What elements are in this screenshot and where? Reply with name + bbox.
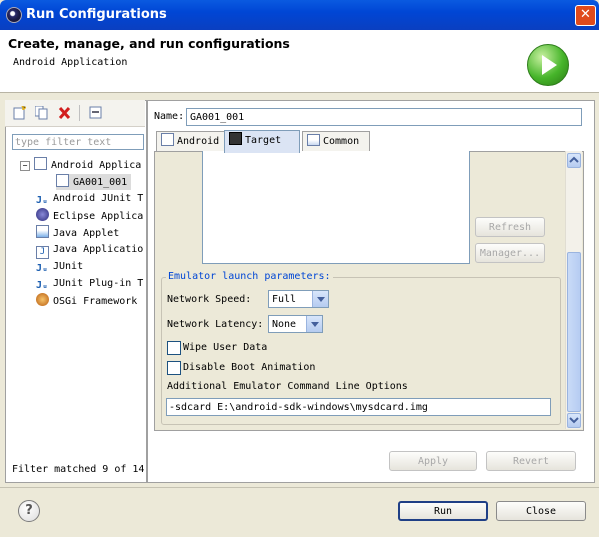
java-app-icon: J [36,246,49,259]
window-title: Run Configurations [26,7,167,22]
tree-item-junit-plugin[interactable]: Jᵤ JUnit Plug-in T [36,276,143,292]
delete-config-icon[interactable] [58,106,71,120]
run-banner-icon [527,44,569,86]
name-input[interactable]: GA001_001 [186,108,582,126]
android-config-icon [56,174,69,187]
collapse-toggle-icon[interactable]: − [20,161,30,171]
header-subtitle: Android Application [13,57,128,68]
network-speed-value: Full [272,294,297,305]
collapse-all-icon[interactable] [89,106,102,120]
network-latency-value: None [272,319,297,330]
emulator-params-legend: Emulator launch parameters: [166,271,333,282]
tab-android[interactable]: Android [156,131,232,152]
target-tab-icon [229,132,242,145]
tree-item-eclipse-application[interactable]: Eclipse Applica [36,208,143,224]
tab-target[interactable]: Target [224,130,300,153]
network-latency-select[interactable]: None [268,315,323,333]
tab-common[interactable]: Common [302,131,370,152]
tab-android-label: Android [177,136,220,147]
footer-divider [0,487,599,488]
common-tab-icon [307,134,320,146]
junit-icon: Jᵤ [36,263,49,274]
tree-item-label: Java Applicatio [53,244,144,255]
android-app-icon [34,157,47,170]
cmdline-options-label: Additional Emulator Command Line Options [167,381,408,392]
apply-button[interactable]: Apply [389,451,477,471]
refresh-button[interactable]: Refresh [475,217,545,237]
new-config-icon[interactable] [13,105,27,120]
chevron-down-icon[interactable] [312,291,328,307]
eclipse-icon [6,7,22,23]
java-applet-icon [36,225,49,238]
tab-common-label: Common [323,136,360,147]
junit-icon: Jᵤ [36,195,49,206]
tree-item-label: JUnit [53,261,84,272]
scroll-up-arrow-icon[interactable] [567,153,581,168]
tree-item-label: Android JUnit T [53,193,144,204]
android-tab-icon [161,133,174,146]
tree-item-osgi-framework[interactable]: OSGi Framework [36,293,137,309]
tree-item-label: Eclipse Applica [53,211,144,222]
scrollbar-thumb[interactable] [567,252,581,412]
name-label: Name: [154,111,185,122]
network-speed-select[interactable]: Full [268,290,329,308]
duplicate-config-icon[interactable] [34,105,48,120]
revert-button[interactable]: Revert [486,451,576,471]
tree-item-junit[interactable]: Jᵤ JUnit [36,259,83,275]
disable-boot-animation-label: Disable Boot Animation [183,362,316,373]
scroll-down-arrow-icon[interactable] [567,413,581,428]
tree-item-label: Android Applica [51,160,142,171]
wipe-user-data-checkbox[interactable] [167,341,181,355]
network-speed-label: Network Speed: [167,294,252,305]
tree-item-android-application[interactable]: − Android Applica [20,157,141,173]
toolbar-divider [79,105,80,121]
tree-item-java-applet[interactable]: Java Applet [36,225,119,241]
close-window-button[interactable]: ✕ [575,5,596,26]
tree-item-label: Java Applet [53,228,120,239]
help-icon[interactable]: ? [18,500,40,522]
manager-button[interactable]: Manager... [475,243,545,263]
junit-plugin-icon: Jᵤ [36,280,49,291]
wipe-user-data-label: Wipe User Data [183,342,268,353]
tree-item-label: OSGi Framework [53,296,138,307]
filter-input[interactable]: type filter text [12,134,144,150]
disable-boot-animation-checkbox[interactable] [167,361,181,375]
network-latency-label: Network Latency: [167,319,264,330]
tree-item-label: JUnit Plug-in T [53,278,144,289]
vertical-scrollbar[interactable] [565,151,582,429]
avd-list[interactable] [202,151,470,264]
tree-item-java-application[interactable]: J Java Applicatio [36,242,144,259]
filter-status: Filter matched 9 of 14 [12,464,145,475]
tab-target-label: Target [245,135,282,146]
osgi-icon [36,293,49,306]
left-toolbar [5,100,145,127]
tree-item-label: GA001_001 [73,177,128,188]
cmdline-options-input[interactable]: -sdcard E:\android-sdk-windows\mysdcard.… [166,398,551,416]
chevron-down-icon[interactable] [306,316,322,332]
tree-item-android-junit[interactable]: Jᵤ Android JUnit T [36,191,143,207]
run-button[interactable]: Run [398,501,488,521]
header-title: Create, manage, and run configurations [8,36,290,51]
eclipse-icon [36,208,49,221]
tree-item-ga001[interactable]: GA001_001 [56,174,132,190]
close-button[interactable]: Close [496,501,586,521]
